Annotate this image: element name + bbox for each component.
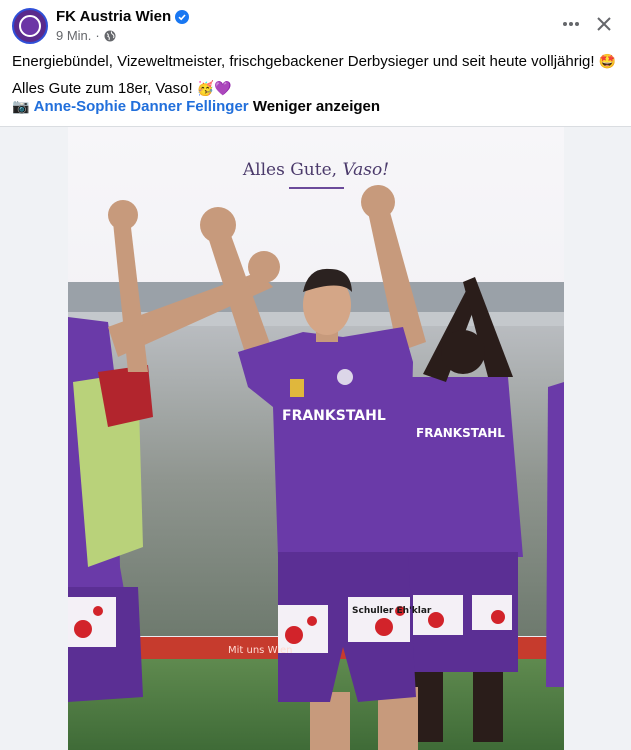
post-text-line-3: 📷 Anne-Sophie Danner Fellinger Weniger a… [12, 97, 380, 117]
photo-caption: Alles Gute, Vaso! [68, 160, 564, 180]
meta-separator: · [95, 28, 100, 43]
globe-icon [104, 30, 116, 41]
photo-credit-link[interactable]: Anne-Sophie Danner Fellinger [34, 98, 249, 115]
caption-main: Alles Gute, [242, 160, 338, 180]
close-icon [597, 17, 611, 31]
more-options-button[interactable] [559, 12, 583, 36]
post-photo[interactable]: FRANKSTAHL FRANKSTAHL Schuller Eh'klar M… [68, 127, 564, 750]
close-button[interactable] [592, 12, 616, 36]
show-less-link[interactable]: Weniger anzeigen [253, 98, 380, 115]
post-text-line-1: Energiebündel, Vizeweltmeister, frischge… [12, 52, 616, 72]
page-name-row: FK Austria Wien [56, 8, 190, 25]
birthday-text: Alles Gute zum 18er, Vaso! [12, 80, 193, 97]
caption-name: Vaso! [342, 160, 390, 180]
caption-underline [289, 187, 344, 189]
facebook-post: FK Austria Wien 9 Min. · Energiebündel, … [0, 0, 631, 750]
photo-illustration: FRANKSTAHL FRANKSTAHL Schuller Eh'klar M… [68, 127, 564, 750]
shirt-sponsor: FRANKSTAHL [282, 408, 386, 424]
post-time[interactable]: 9 Min. [56, 28, 91, 43]
party-heart-emoji: 🥳💜 [196, 81, 232, 97]
verified-badge-icon [175, 9, 190, 24]
page-avatar[interactable] [12, 8, 48, 44]
star-struck-emoji: 🤩 [598, 54, 617, 70]
camera-icon: 📷 [12, 99, 30, 115]
background-shirt-sponsor: FRANKSTAHL [416, 426, 505, 440]
post-text-line-2: Alles Gute zum 18er, Vaso! 🥳💜 [12, 79, 232, 99]
page-name[interactable]: FK Austria Wien [56, 8, 171, 25]
advertising-board-text: Mit uns Wien [228, 645, 293, 656]
more-options-icon [563, 22, 579, 26]
shorts-sponsor: Schuller Eh'klar [352, 606, 432, 616]
post-meta: 9 Min. · [56, 28, 116, 43]
post-text: Energiebündel, Vizeweltmeister, frischge… [12, 53, 595, 70]
